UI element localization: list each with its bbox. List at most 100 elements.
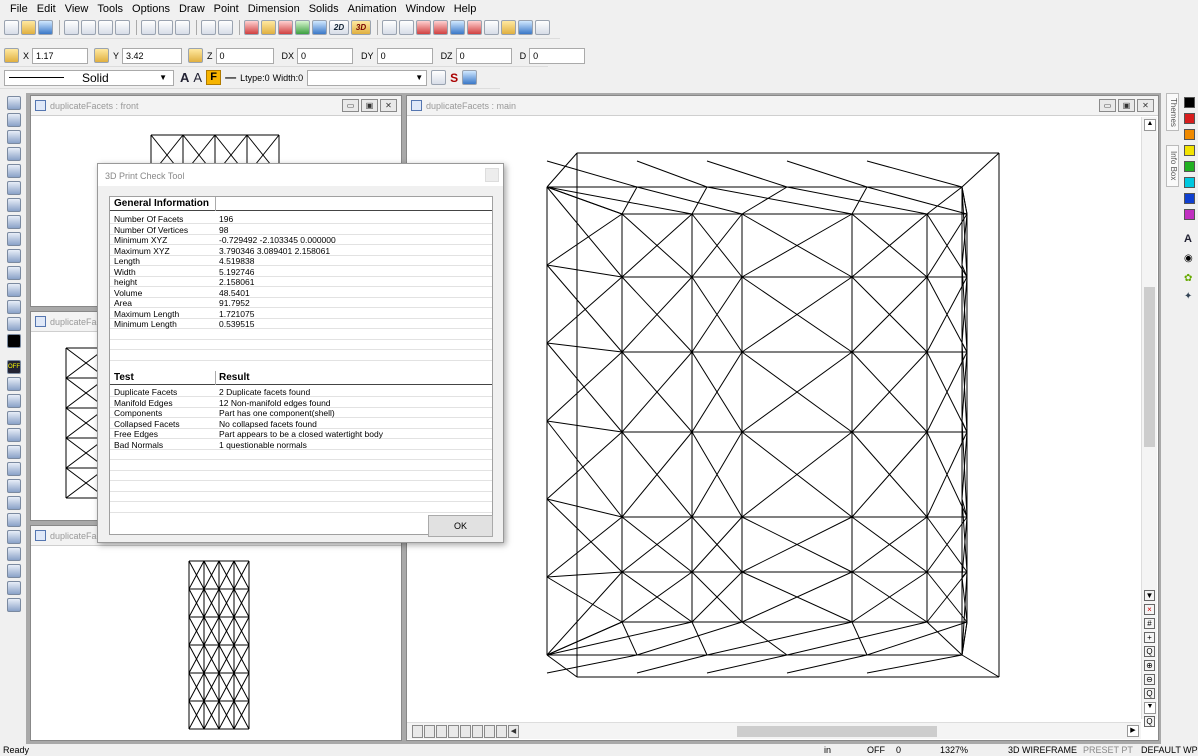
snapgrid-icon[interactable] [7,598,21,612]
fill-black-icon[interactable] [7,334,21,348]
polygon-icon[interactable] [7,198,21,212]
menu-item-view[interactable]: View [65,3,89,15]
view-angle-button[interactable] [448,725,459,738]
material-icon[interactable]: ✿ [1184,273,1192,284]
menu-item-help[interactable]: Help [454,3,477,15]
lock-icon[interactable] [188,48,204,63]
print-check-dialog[interactable]: 3D Print Check Tool General Information … [97,163,504,543]
view-angle-button[interactable] [436,725,447,738]
cursor-icon[interactable] [7,377,21,391]
dx-input[interactable]: 0 [297,47,354,64]
3d-view-button[interactable]: 3D [351,20,371,35]
color-swatch[interactable] [1184,129,1195,140]
print-icon[interactable] [64,20,79,35]
menu-item-dimension[interactable]: Dimension [248,3,300,15]
info-box-tab[interactable]: Info Box [1166,145,1179,187]
scroll-thumb[interactable] [1144,287,1155,447]
open-icon[interactable] [21,20,36,35]
ok-button[interactable]: OK [428,515,493,537]
redo-icon[interactable] [218,20,233,35]
snape-icon[interactable] [7,479,21,493]
info-icon[interactable] [518,20,533,35]
dimension-icon[interactable] [7,232,21,246]
snapnear-icon[interactable] [7,581,21,595]
z-input[interactable]: 0 [215,47,274,64]
layers-icon[interactable] [261,20,276,35]
width-select[interactable]: ▼ [307,69,428,86]
color-swatch[interactable] [1184,113,1195,124]
window-title-bar[interactable]: duplicateFacets : main ▭ ▣ ✕ [407,96,1158,116]
dz-input[interactable]: 0 [455,47,512,64]
zoom-all-icon[interactable]: Q [1144,716,1155,727]
dot-icon[interactable] [484,20,499,35]
line-tool-icon[interactable] [416,20,431,35]
print-preview-icon[interactable] [98,20,113,35]
menu-item-options[interactable]: Options [132,3,170,15]
d-input[interactable]: 0 [529,47,586,64]
snaptan-icon[interactable] [7,547,21,561]
select-arrow-icon[interactable] [7,96,21,110]
print-setup-icon[interactable] [81,20,96,35]
zoom-out-icon[interactable]: ⊖ [1144,674,1155,685]
themes-tab[interactable]: Themes [1166,93,1179,131]
menu-item-tools[interactable]: Tools [97,3,123,15]
snapx-icon[interactable] [7,496,21,510]
view-angle-button[interactable] [472,725,483,738]
snap-s-button[interactable]: S [450,71,458,85]
scroll-right-arrow[interactable]: ▶ [1127,725,1139,737]
visibility-icon[interactable]: ◉ [1184,253,1193,264]
properties-icon[interactable] [115,20,130,35]
trim-icon[interactable] [7,266,21,280]
zoom-window-icon[interactable]: Q [1144,646,1155,657]
color-swatch[interactable] [1184,209,1195,220]
color-swatch[interactable] [1184,177,1195,188]
status-osnap[interactable]: OFF [867,745,885,755]
pan-icon[interactable] [244,20,259,35]
layer-icon[interactable] [7,411,21,425]
cut-icon[interactable] [141,20,156,35]
y-input[interactable]: 3.42 [122,47,183,64]
menu-item-window[interactable]: Window [406,3,445,15]
light-icon[interactable]: ✦ [1184,291,1192,302]
menu-item-draw[interactable]: Draw [179,3,205,15]
lock-icon[interactable] [94,48,110,63]
view-angle-button[interactable] [496,725,507,738]
grid-icon[interactable] [382,20,397,35]
eye-icon[interactable] [431,70,447,85]
snap-icon[interactable] [399,20,414,35]
text-style-icon[interactable]: A [1184,233,1192,245]
color-swatch[interactable] [1184,145,1195,156]
snapmid-icon[interactable] [7,513,21,527]
font-button[interactable]: A [193,70,202,85]
color-swatch[interactable] [1184,97,1195,108]
menu-item-file[interactable]: File [10,3,28,15]
x-input[interactable]: 1.17 [32,47,89,64]
maximize-button[interactable]: ▣ [1118,99,1135,112]
line-icon[interactable] [7,317,21,331]
dy-input[interactable]: 0 [376,47,433,64]
view-icon[interactable] [295,20,310,35]
pattern-icon[interactable] [7,283,21,297]
explode-icon[interactable] [467,20,482,35]
snapcenter-icon[interactable] [7,530,21,544]
view-angle-button[interactable] [484,725,495,738]
hatch-icon[interactable] [7,300,21,314]
zoom-in-icon[interactable]: ⊕ [1144,660,1155,671]
measure-icon[interactable] [450,20,465,35]
arc-icon[interactable] [7,164,21,178]
new-icon[interactable] [4,20,19,35]
vertical-scrollbar[interactable]: ▲ ▼ × # + Q ⊕ ⊖ Q Q Q ▼ [1141,117,1157,727]
minimize-button[interactable]: ▭ [342,99,359,112]
scroll-thumb[interactable] [737,726,937,737]
scroll-left-arrow[interactable]: ◀ [508,725,519,738]
snap6-icon[interactable] [7,428,21,442]
zoom-extents-icon[interactable]: Q [1144,688,1155,699]
font-bold-button[interactable]: A [180,70,189,85]
box-icon[interactable] [7,147,21,161]
off-toggle[interactable]: OFF [7,360,21,374]
horizontal-scrollbar[interactable]: ◀ ▶ [407,722,1141,739]
top-view-window[interactable]: duplicateFacets [30,525,402,741]
undo-icon[interactable] [201,20,216,35]
snapi-icon[interactable] [7,462,21,476]
settings-icon[interactable] [462,70,478,85]
